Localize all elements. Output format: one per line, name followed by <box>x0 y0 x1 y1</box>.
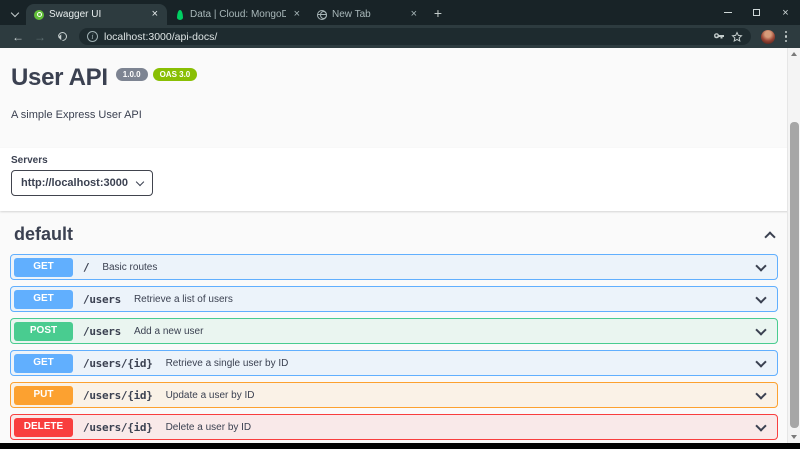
bookmark-star-icon[interactable] <box>731 31 743 43</box>
arrow-up-icon <box>791 52 797 56</box>
close-button[interactable]: × <box>771 0 800 25</box>
window-controls: × <box>713 0 800 25</box>
tag-section-title: default <box>14 224 73 245</box>
chevron-down-icon <box>136 177 144 185</box>
expand-chevron-down-icon[interactable] <box>755 260 766 271</box>
maximize-icon <box>753 9 760 16</box>
arrow-down-icon <box>791 435 797 439</box>
operation-path: /users/{id} <box>83 357 153 370</box>
site-info-icon[interactable]: i <box>87 31 98 42</box>
api-description: A simple Express User API <box>11 109 776 121</box>
url-text: localhost:3000/api-docs/ <box>104 31 707 43</box>
tag-section-header[interactable]: default <box>0 211 800 254</box>
server-url: http://localhost:3000 <box>21 177 128 189</box>
operation-summary: Retrieve a list of users <box>134 294 757 305</box>
minimize-button[interactable] <box>713 0 742 25</box>
expand-chevron-down-icon[interactable] <box>755 420 766 431</box>
operation-path: /users <box>83 293 121 306</box>
oas-badge: OAS 3.0 <box>153 68 198 81</box>
method-badge: POST <box>14 322 73 341</box>
password-key-icon[interactable] <box>713 31 725 43</box>
tab-title: New Tab <box>332 9 403 20</box>
chevron-down-icon <box>11 8 19 16</box>
tab-strip: Swagger UI × Data | Cloud: MongoDB Cloud… <box>0 0 800 25</box>
browser-tab[interactable]: Data | Cloud: MongoDB Cloud × <box>167 4 309 25</box>
api-info-section: User API 1.0.0 OAS 3.0 A simple Express … <box>0 48 800 148</box>
operation-row[interactable]: PUT /users/{id} Update a user by ID <box>10 382 778 408</box>
expand-chevron-down-icon[interactable] <box>755 356 766 367</box>
collapse-chevron-up-icon[interactable] <box>764 231 775 242</box>
operation-path: / <box>83 261 89 274</box>
tab-favicon-icon <box>317 10 327 20</box>
servers-label: Servers <box>11 155 789 166</box>
expand-chevron-down-icon[interactable] <box>755 388 766 399</box>
tab-title: Swagger UI <box>49 9 144 20</box>
servers-section: Servers http://localhost:3000 <box>0 148 800 211</box>
method-badge: GET <box>14 354 73 373</box>
operations-list: GET / Basic routes GET /users Retrieve a… <box>0 254 800 440</box>
browser-toolbar: ← → i localhost:3000/api-docs/ <box>0 25 800 48</box>
method-badge: DELETE <box>14 418 73 437</box>
operation-summary: Update a user by ID <box>166 390 757 401</box>
operation-row[interactable]: GET /users/{id} Retrieve a single user b… <box>10 350 778 376</box>
version-badge: 1.0.0 <box>116 68 148 81</box>
profile-avatar[interactable] <box>761 30 775 44</box>
maximize-button[interactable] <box>742 0 771 25</box>
reload-icon <box>56 30 69 43</box>
operation-row[interactable]: DELETE /users/{id} Delete a user by ID <box>10 414 778 440</box>
operation-summary: Basic routes <box>102 262 757 273</box>
browser-menu-icon[interactable] <box>780 31 793 43</box>
browser-window: Swagger UI × Data | Cloud: MongoDB Cloud… <box>0 0 800 449</box>
servers-select[interactable]: http://localhost:3000 <box>11 170 153 196</box>
api-title: User API <box>11 64 108 92</box>
tab-close-icon[interactable]: × <box>291 8 303 21</box>
tab-title: Data | Cloud: MongoDB Cloud <box>190 9 286 20</box>
expand-chevron-down-icon[interactable] <box>755 292 766 303</box>
tabs: Swagger UI × Data | Cloud: MongoDB Cloud… <box>26 0 426 25</box>
minimize-icon <box>724 12 732 13</box>
scroll-up-button[interactable] <box>788 48 800 60</box>
expand-chevron-down-icon[interactable] <box>755 324 766 335</box>
tab-close-icon[interactable]: × <box>408 8 420 21</box>
tab-favicon-icon <box>177 10 183 20</box>
operation-summary: Delete a user by ID <box>166 422 757 433</box>
tab-favicon-icon <box>34 10 44 20</box>
operation-path: /users <box>83 325 121 338</box>
method-badge: PUT <box>14 386 73 405</box>
reload-button[interactable] <box>52 27 72 46</box>
operation-row[interactable]: GET /users Retrieve a list of users <box>10 286 778 312</box>
tab-close-icon[interactable]: × <box>149 8 161 21</box>
scroll-down-button[interactable] <box>788 431 800 443</box>
window-bottom-edge <box>0 443 800 449</box>
operation-row[interactable]: POST /users Add a new user <box>10 318 778 344</box>
method-badge: GET <box>14 290 73 309</box>
operation-path: /users/{id} <box>83 421 153 434</box>
method-badge: GET <box>14 258 73 277</box>
operation-path: /users/{id} <box>83 389 153 402</box>
swagger-page: User API 1.0.0 OAS 3.0 A simple Express … <box>0 48 800 443</box>
forward-button[interactable]: → <box>30 27 50 46</box>
browser-tab[interactable]: Swagger UI × <box>26 4 167 25</box>
new-tab-button[interactable]: + <box>426 2 450 23</box>
browser-tab[interactable]: New Tab × <box>309 4 426 25</box>
scrollbar-thumb[interactable] <box>790 122 799 428</box>
operation-row[interactable]: GET / Basic routes <box>10 254 778 280</box>
api-badges: 1.0.0 OAS 3.0 <box>116 68 197 81</box>
back-button[interactable]: ← <box>8 27 28 46</box>
operation-summary: Retrieve a single user by ID <box>166 358 757 369</box>
address-bar[interactable]: i localhost:3000/api-docs/ <box>79 28 751 45</box>
page-scrollbar[interactable] <box>787 48 800 443</box>
operation-summary: Add a new user <box>134 326 757 337</box>
tab-search-button[interactable] <box>4 2 26 23</box>
